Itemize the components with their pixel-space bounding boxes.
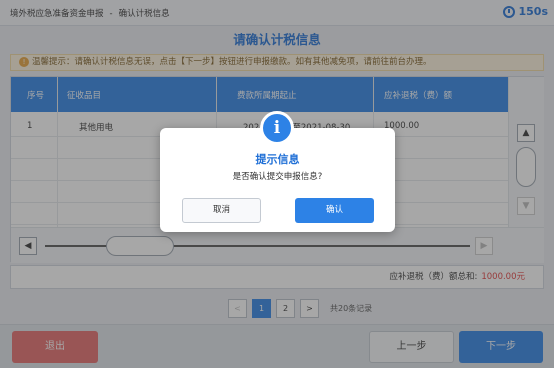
- dialog-title: 提示信息: [255, 153, 300, 166]
- cancel-button[interactable]: 取消: [182, 198, 261, 223]
- confirm-dialog: i 提示信息 是否确认提交申报信息? 取消 确认: [160, 111, 395, 232]
- confirm-button[interactable]: 确认: [295, 198, 374, 223]
- info-icon: i: [260, 111, 294, 145]
- dialog-message: 是否确认提交申报信息?: [232, 172, 323, 182]
